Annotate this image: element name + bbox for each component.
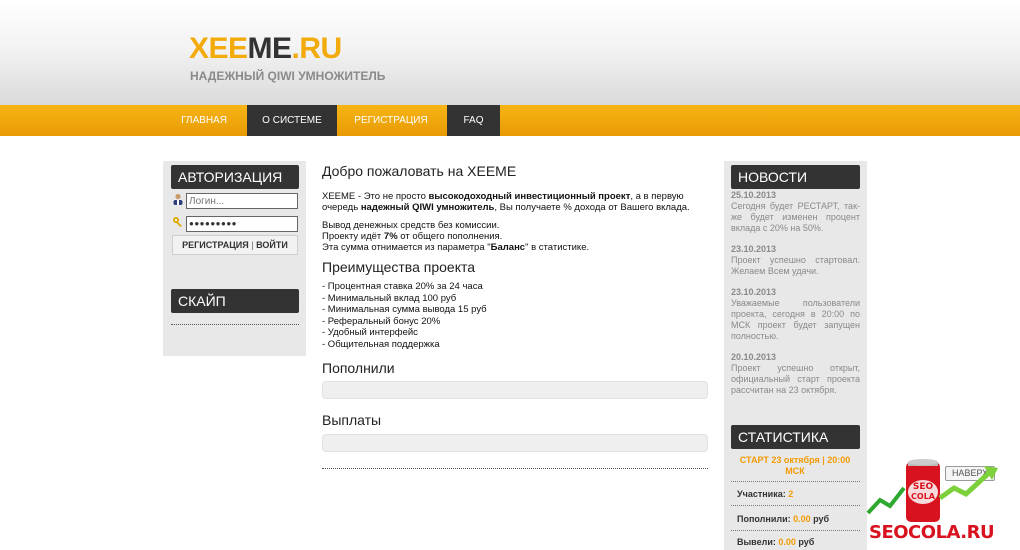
svg-text:SEO: SEO xyxy=(913,482,934,492)
login-button[interactable]: ВОЙТИ xyxy=(256,240,288,250)
password-input[interactable]: ●●●●●●●●● xyxy=(186,216,298,232)
list-item: - Процентная ставка 20% за 24 часа xyxy=(322,281,483,292)
site-tagline: НАДЕЖНЫЙ QIWI УМНОЖИТЕЛЬ xyxy=(190,69,386,83)
news-title: НОВОСТИ xyxy=(731,165,860,189)
list-item: - Минимальная сумма вывода 15 руб xyxy=(322,304,487,315)
stats-deposited: Пополнили: 0.00 руб xyxy=(737,514,830,524)
news-date: 23.10.2013 xyxy=(731,244,777,254)
header: XEEME.RU НАДЕЖНЫЙ QIWI УМНОЖИТЕЛЬ xyxy=(0,0,1020,105)
auth-separator: | xyxy=(251,240,254,250)
stats-participants: Участника: 2 xyxy=(737,489,794,499)
key-icon xyxy=(173,217,182,228)
news-text: Проект успешно стартовал. Желаем Всем уд… xyxy=(731,255,860,276)
list-item: - Удобный интерфейс xyxy=(322,327,418,338)
left-sidebar xyxy=(163,161,306,356)
register-button[interactable]: РЕГИСТРАЦИЯ xyxy=(182,240,249,250)
user-icon xyxy=(173,193,183,205)
nav-item-home[interactable]: ГЛАВНАЯ xyxy=(170,105,238,136)
welcome-heading: Добро пожаловать на XEEME xyxy=(322,163,517,179)
news-text: Уважаемые пользователи проекта, сегодня … xyxy=(731,298,860,341)
stats-divider xyxy=(731,530,860,531)
nav-item-faq[interactable]: FAQ xyxy=(447,105,500,136)
intro-text: XEEME - Это не просто высокодоходный инв… xyxy=(322,191,690,213)
news-date: 23.10.2013 xyxy=(731,287,777,297)
login-input[interactable] xyxy=(186,193,298,209)
stats-divider xyxy=(731,505,860,506)
deposits-heading: Пополнили xyxy=(322,360,395,376)
svg-text:COLA: COLA xyxy=(911,492,936,501)
list-item: - Общительная поддержка xyxy=(322,338,440,350)
skype-divider xyxy=(171,324,299,325)
stats-withdrawn: Вывели: 0.00 руб xyxy=(737,537,815,547)
payouts-bar xyxy=(322,434,708,452)
advantages-list: - Процентная ставка 20% за 24 часа - Мин… xyxy=(322,281,708,350)
stats-divider xyxy=(731,481,860,482)
auth-actions: РЕГИСТРАЦИЯ | ВОЙТИ xyxy=(172,235,298,255)
news-date: 20.10.2013 xyxy=(731,352,777,362)
stats-title: СТАТИСТИКА xyxy=(731,425,860,449)
nav-item-about[interactable]: О СИСТЕМЕ xyxy=(247,105,337,136)
watermark-text: SEOCOLA.RU xyxy=(869,522,995,543)
news-text: Сегодня будет РЕСТАРТ, так-же будет изме… xyxy=(731,201,860,233)
main-nav: ГЛАВНАЯ О СИСТЕМЕ РЕГИСТРАЦИЯ FAQ xyxy=(0,105,1020,136)
news-date: 25.10.2013 xyxy=(731,190,777,200)
payouts-heading: Выплаты xyxy=(322,412,382,428)
list-item: - Минимальный вклад 100 руб xyxy=(322,292,457,304)
stats-start: СТАРТ 23 октября | 20:00 МСК xyxy=(739,455,851,476)
deposits-bar xyxy=(322,381,708,399)
auth-title: АВТОРИЗАЦИЯ xyxy=(171,165,299,189)
skype-title: СКАЙП xyxy=(171,289,299,313)
main-divider xyxy=(322,468,708,469)
nav-item-registration[interactable]: РЕГИСТРАЦИЯ xyxy=(341,105,441,136)
info-text: Вывод денежных средств без комиссии. Про… xyxy=(322,220,590,253)
news-text: Проект успешно открыт, официальный старт… xyxy=(731,363,860,395)
advantages-heading: Преимущества проекта xyxy=(322,259,476,275)
site-logo[interactable]: XEEME.RU xyxy=(189,32,342,66)
list-item: - Реферальный бонус 20% xyxy=(322,315,441,327)
